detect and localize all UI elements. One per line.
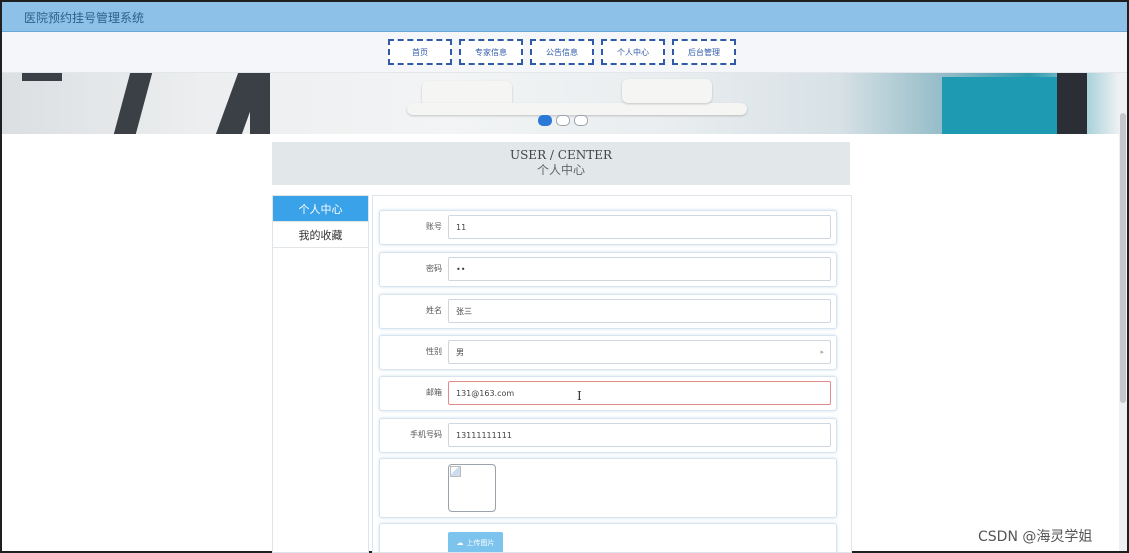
email-input[interactable]: 131@163.com: [448, 381, 831, 405]
top-nav: 首页 专家信息 公告信息 个人中心 后台管理: [388, 39, 736, 65]
sidebar-item-favorites[interactable]: 我的收藏: [273, 222, 368, 248]
watermark: CSDN @海灵学姐: [978, 529, 1093, 545]
title-bar: 医院预约挂号管理系统: [2, 2, 1127, 32]
form-row-email: 邮箱 131@163.com: [379, 376, 837, 411]
name-input[interactable]: 张三: [448, 299, 831, 323]
form-row-gender: 性别 男 ▸: [379, 335, 837, 370]
phone-input[interactable]: 13111111111: [448, 423, 831, 447]
name-label: 姓名: [426, 306, 442, 315]
page-scrollbar[interactable]: [1119, 73, 1127, 551]
password-label: 密码: [426, 264, 442, 273]
photo-preview: [448, 464, 496, 512]
nav-item-home[interactable]: 首页: [388, 39, 452, 65]
profile-form: 账号 11 密码 •• 姓名 张三 性别 男 ▸ 邮箱 131@163.com …: [372, 195, 852, 553]
upload-button-label: 上传图片: [466, 539, 495, 547]
app-title: 医院预约挂号管理系统: [24, 11, 145, 25]
text-cursor-icon: I: [577, 389, 582, 403]
phone-label: 手机号码: [410, 430, 442, 439]
carousel-dot[interactable]: [538, 115, 552, 126]
banner-decor: [250, 73, 270, 134]
form-row-photo: [379, 458, 837, 518]
scrollbar-thumb[interactable]: [1120, 113, 1126, 403]
carousel-dot[interactable]: [556, 115, 570, 126]
gender-label: 性别: [426, 347, 442, 356]
user-sidebar: 个人中心 我的收藏: [272, 195, 369, 553]
form-row-name: 姓名 张三: [379, 294, 837, 329]
select-arrow-icon: ▸: [820, 348, 824, 356]
section-title-cn: 个人中心: [536, 163, 585, 177]
form-row-phone: 手机号码 13111111111: [379, 418, 837, 453]
carousel-dot[interactable]: [574, 115, 588, 126]
banner-decor: [22, 73, 62, 81]
account-label: 账号: [426, 222, 442, 231]
account-input[interactable]: 11: [448, 215, 831, 239]
password-input[interactable]: ••: [448, 257, 831, 281]
top-nav-bar: 首页 专家信息 公告信息 个人中心 后台管理: [2, 32, 1127, 73]
gender-select[interactable]: 男 ▸: [448, 340, 831, 364]
banner-bed: [622, 79, 712, 103]
carousel-indicators: [538, 115, 588, 126]
nav-item-notices[interactable]: 公告信息: [530, 39, 594, 65]
broken-image-icon: [450, 466, 461, 477]
form-row-password: 密码 ••: [379, 252, 837, 287]
nav-item-admin[interactable]: 后台管理: [672, 39, 736, 65]
cloud-upload-icon: ☁: [456, 539, 464, 547]
form-row-account: 账号 11: [379, 210, 837, 245]
banner-carousel: [2, 73, 1119, 134]
nav-item-experts[interactable]: 专家信息: [459, 39, 523, 65]
section-title-en: USER / CENTER: [509, 148, 613, 162]
section-header: USER / CENTER 个人中心: [272, 142, 850, 185]
gender-select-value: 男: [456, 347, 464, 357]
upload-image-button[interactable]: ☁ 上传图片: [448, 532, 503, 552]
form-row-upload: ☁ 上传图片: [379, 523, 837, 552]
banner-decor: [1057, 73, 1087, 134]
nav-item-user-center[interactable]: 个人中心: [601, 39, 665, 65]
sidebar-item-user-center[interactable]: 个人中心: [273, 196, 368, 222]
banner-decor: [113, 73, 153, 134]
banner-bed: [407, 103, 747, 115]
email-label: 邮箱: [426, 388, 442, 397]
banner-decor: [942, 77, 1062, 134]
